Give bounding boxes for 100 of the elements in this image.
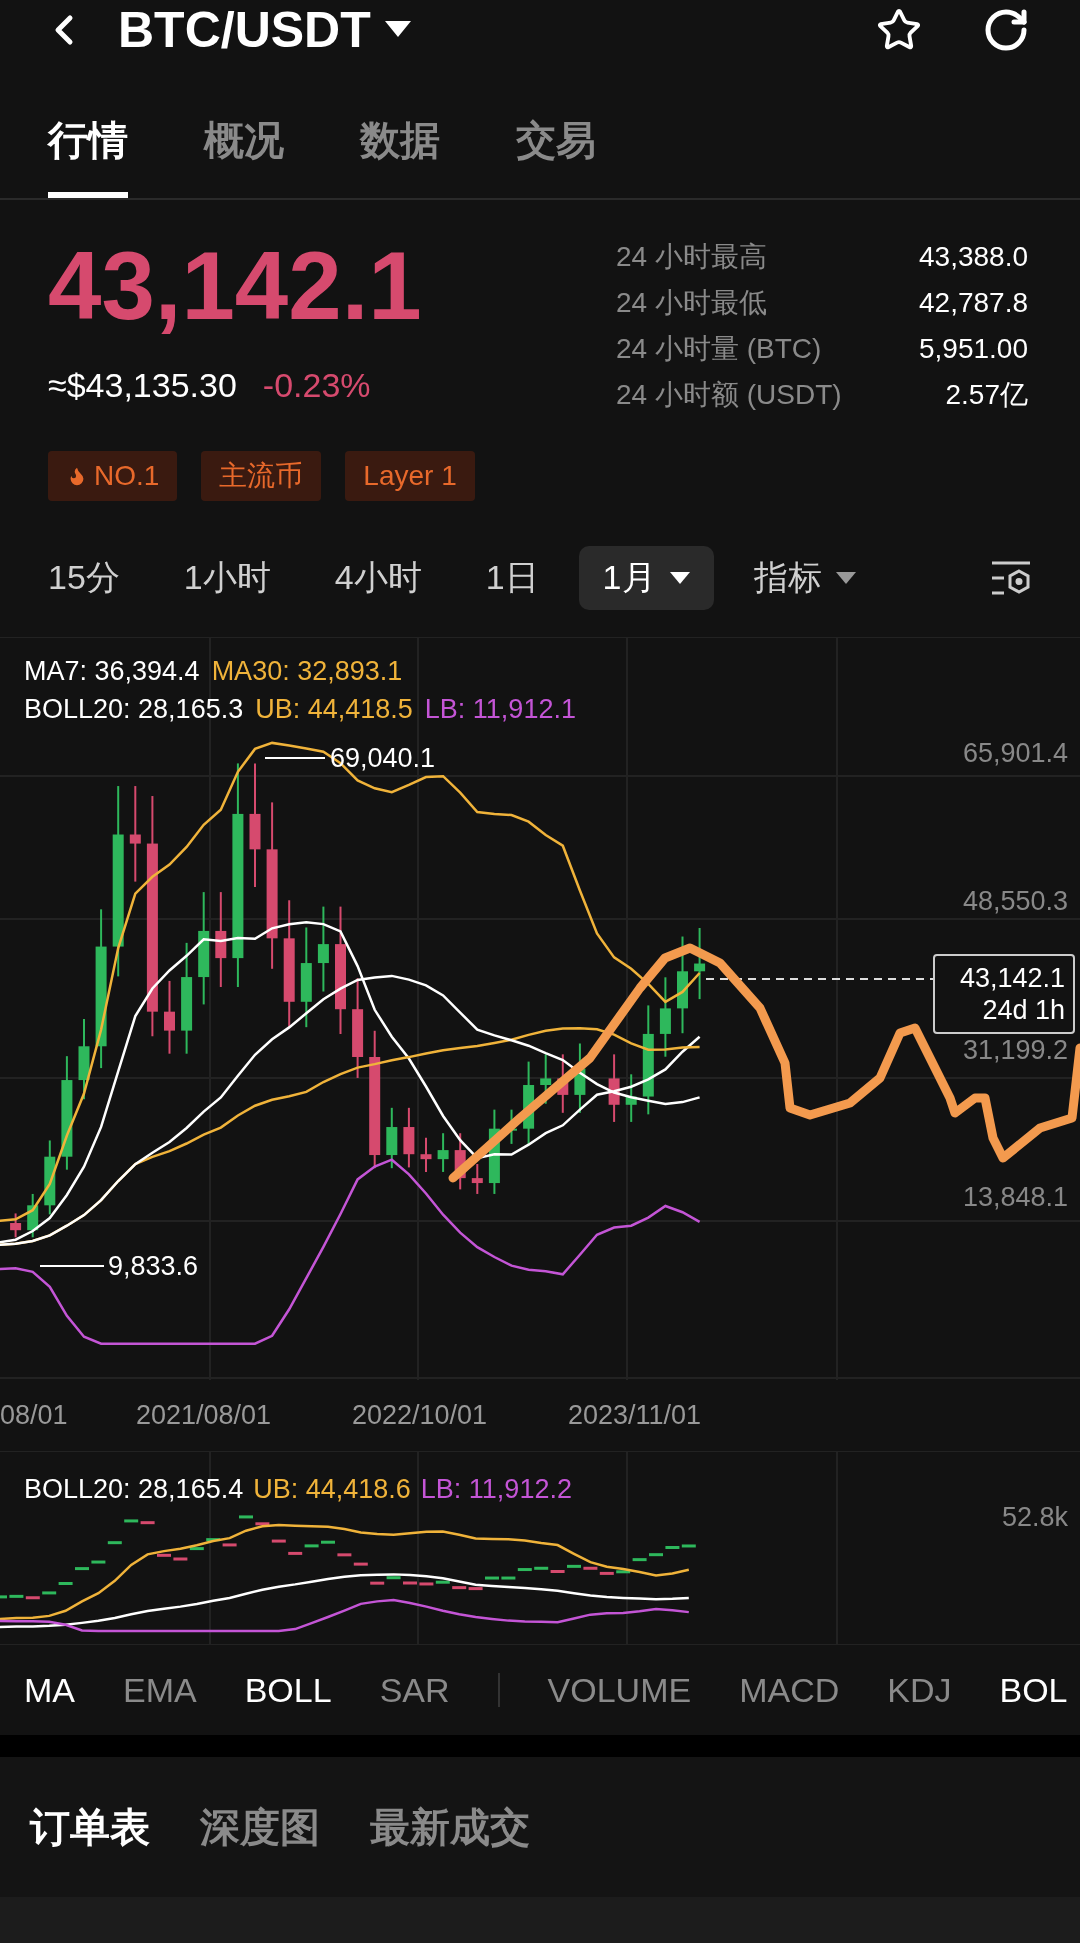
candle (420, 1136, 432, 1173)
interval-tab[interactable]: 1小时 (159, 545, 295, 610)
interval-tab[interactable]: 1月 (578, 545, 714, 610)
candle (255, 1522, 270, 1526)
candle (58, 1582, 73, 1585)
tag-label: 主流币 (219, 459, 304, 493)
caret-icon (669, 571, 690, 584)
candle (189, 1547, 204, 1551)
stat-label: 24 小时最低 (616, 286, 767, 320)
candle (403, 1106, 415, 1169)
candle (42, 1591, 57, 1595)
order-book-tab[interactable]: 最新成交 (370, 1797, 530, 1857)
candle (10, 1212, 22, 1239)
legend-value: MA7: 36,394.4 (24, 655, 200, 688)
tab[interactable]: 交易 (516, 110, 596, 198)
candle (75, 1567, 89, 1571)
indicator-tab[interactable]: VOLUME (547, 1664, 692, 1716)
order-book-tab[interactable]: 订单表 (30, 1797, 150, 1857)
candle (27, 1192, 39, 1239)
date-axis-label: 2021/08/01 (136, 1399, 272, 1432)
tag-price: 43,142.1 (959, 962, 1065, 994)
legend-value: BOLL20: 28,165.4 (24, 1473, 244, 1506)
last-price: 43,142.1 (48, 238, 423, 334)
date-axis-label: 2022/10/01 (352, 1399, 488, 1432)
candle (304, 1544, 319, 1548)
tab[interactable]: 行情 (48, 110, 128, 198)
stat-value: 43,388.0 (919, 240, 1028, 274)
chart-settings-icon[interactable] (990, 559, 1032, 596)
stat-label: 24 小时量 (BTC) (616, 332, 822, 366)
legend-value: MA30: 32,893.1 (211, 655, 403, 688)
legend-value: UB: 44,418.6 (253, 1473, 411, 1506)
candle (501, 1576, 516, 1580)
legend-value: BOLL20: 28,165.3 (24, 693, 244, 726)
indicator-tab[interactable]: BOL (999, 1664, 1068, 1716)
candle (454, 1132, 466, 1191)
candle (239, 1515, 253, 1519)
candle (471, 1163, 483, 1195)
price-change: -0.23% (262, 365, 371, 406)
price-axis-label: 13,848.1 (962, 1181, 1068, 1213)
indicator-tab[interactable]: BOLL (244, 1664, 332, 1716)
candle (574, 1042, 586, 1114)
stat-label: 24 小时额 (USDT) (616, 378, 842, 412)
volume-axis-label: 52.8k (1001, 1501, 1068, 1534)
stat-value: 2.57亿 (945, 378, 1028, 412)
usd-price: ≈$43,135.30 (48, 365, 237, 406)
price-axis-label: 31,199.2 (962, 1034, 1068, 1066)
tab[interactable]: 数据 (360, 110, 440, 198)
tag-countdown: 24d 1h (982, 994, 1065, 1026)
legend-value: LB: 11,912.1 (424, 693, 576, 726)
candle (173, 1557, 188, 1561)
candle (608, 1053, 620, 1123)
candle (337, 1553, 352, 1557)
indicator-tab[interactable]: SAR (379, 1664, 450, 1716)
candle (107, 1541, 122, 1545)
stat-value: 42,787.8 (919, 286, 1028, 320)
interval-tab[interactable]: 4小时 (310, 545, 446, 610)
candle (437, 1132, 449, 1173)
candle (485, 1576, 499, 1580)
stat-value: 5,951.00 (919, 332, 1028, 366)
interval-tab[interactable]: 1日 (461, 545, 563, 610)
price-axis-label: 65,901.4 (962, 737, 1068, 769)
candle (649, 1553, 663, 1557)
low-marker-line (39, 1265, 105, 1267)
indicator-tab[interactable]: EMA (123, 1664, 197, 1716)
candle (321, 1540, 335, 1544)
candle (271, 1539, 286, 1543)
date-axis-label: 08/01 (0, 1399, 68, 1432)
legend-value: UB: 44,418.5 (255, 693, 413, 726)
candle (0, 1595, 7, 1599)
indicator-tab[interactable]: MACD (739, 1664, 840, 1716)
legend-value: LB: 11,912.2 (420, 1473, 572, 1506)
candle (157, 1553, 171, 1557)
indicator-tab[interactable]: KDJ (887, 1664, 952, 1716)
candle (557, 1053, 569, 1114)
pair-title[interactable]: BTC/USDT (118, 5, 371, 55)
price-axis-label: 48,550.3 (962, 885, 1068, 917)
indicator-tab[interactable]: MA (24, 1664, 75, 1716)
date-axis-label: 2023/11/01 (568, 1399, 702, 1432)
candle (91, 1560, 106, 1564)
interval-tab[interactable]: 指标 (729, 545, 880, 610)
candle (403, 1581, 417, 1585)
candle (353, 1562, 368, 1566)
high-marker-line (264, 757, 326, 759)
candle (616, 1570, 631, 1574)
caret-icon[interactable] (384, 21, 411, 39)
tag-label: NO.1 (94, 459, 160, 493)
low-price-label: 9,833.6 (108, 1250, 199, 1283)
order-book-tab[interactable]: 深度图 (200, 1797, 320, 1857)
candle (288, 1551, 303, 1555)
caret-icon (835, 571, 856, 584)
high-price-label: 69,040.1 (330, 742, 436, 775)
candle (517, 1568, 532, 1572)
tag-label: Layer 1 (363, 459, 457, 493)
candle (540, 1053, 552, 1105)
candle (625, 1073, 637, 1123)
candle (567, 1564, 581, 1568)
tab[interactable]: 概况 (204, 110, 284, 198)
interval-tab[interactable]: 15分 (24, 545, 144, 610)
candle (386, 1106, 398, 1170)
stat-label: 24 小时最高 (616, 240, 767, 274)
